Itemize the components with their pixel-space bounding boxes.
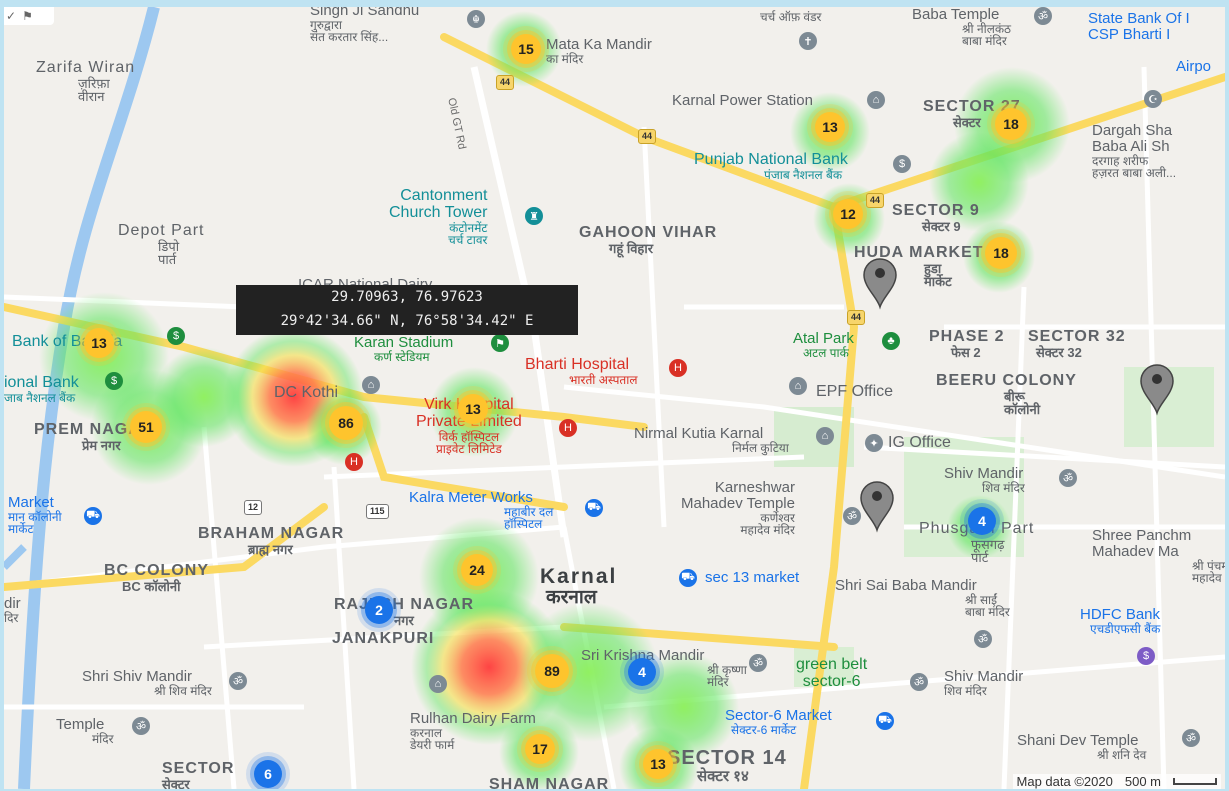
cluster-marker[interactable]: 4 — [968, 507, 996, 535]
landmark-icon[interactable]: ⌂ — [816, 427, 834, 445]
cluster-marker[interactable]: 15 — [511, 34, 541, 64]
map-canvas[interactable]: ☬ ✝ ॐ ☪ ⌂ $ ♜ $ ⚑ ♣ H $ ⌂ ⌂ H H ⌂ ✦ ॐ ⛟ … — [4, 7, 1225, 789]
police-icon[interactable]: ✦ — [865, 434, 883, 452]
flag-icon[interactable]: ⚑ — [22, 9, 33, 23]
highway-shield: 44 — [638, 129, 657, 144]
stadium-icon[interactable]: ⚑ — [491, 334, 509, 352]
cluster-marker[interactable]: 86 — [329, 406, 363, 440]
bank-icon[interactable]: $ — [1137, 647, 1155, 665]
map-attribution: Map data ©2020 500 m — [1012, 774, 1221, 789]
landmark-icon[interactable]: ⌂ — [789, 377, 807, 395]
cluster-marker[interactable]: 18 — [995, 108, 1027, 140]
shopping-cart-icon[interactable]: ⛟ — [679, 569, 697, 587]
cluster-marker[interactable]: 18 — [985, 237, 1017, 269]
temple-om-icon[interactable]: ॐ — [974, 630, 992, 648]
cluster-marker[interactable]: 13 — [84, 328, 114, 358]
hospital-icon[interactable]: H — [559, 419, 577, 437]
bank-icon[interactable]: $ — [105, 372, 123, 390]
screenshot-frame: ☬ ✝ ॐ ☪ ⌂ $ ♜ $ ⚑ ♣ H $ ⌂ ⌂ H H ⌂ ✦ ॐ ⛟ … — [0, 0, 1229, 791]
bank-icon[interactable]: $ — [167, 327, 185, 345]
temple-om-icon[interactable]: ॐ — [229, 672, 247, 690]
temple-om-icon[interactable]: ॐ — [1034, 7, 1052, 25]
cluster-marker[interactable]: 17 — [525, 734, 555, 764]
landmark-icon[interactable]: ⌂ — [867, 91, 885, 109]
scale-bar — [1173, 778, 1217, 785]
church-icon[interactable]: ✝ — [799, 32, 817, 50]
highway-shield: 44 — [496, 75, 515, 90]
temple-om-icon[interactable]: ॐ — [749, 654, 767, 672]
cluster-marker[interactable]: 89 — [535, 654, 569, 688]
highway-shield: 44 — [847, 310, 866, 325]
scale-label: 500 m — [1124, 774, 1161, 789]
map-pin-icon[interactable] — [860, 481, 894, 533]
gurdwara-icon[interactable]: ☬ — [467, 10, 485, 28]
temple-om-icon[interactable]: ॐ — [132, 717, 150, 735]
tower-icon[interactable]: ♜ — [525, 207, 543, 225]
check-icon[interactable]: ✓ — [6, 9, 16, 23]
map-corner-tools: ✓ ⚑ — [4, 7, 54, 25]
map-pin-icon[interactable] — [863, 258, 897, 310]
map-data-credit: Map data ©2020 — [1016, 774, 1113, 789]
landmark-icon[interactable]: ⌂ — [362, 376, 380, 394]
coordinate-decimal: 29.70963, 76.97623 — [331, 289, 483, 305]
cluster-marker[interactable]: 13 — [458, 394, 488, 424]
cluster-marker[interactable]: 2 — [365, 596, 393, 624]
cluster-marker[interactable]: 24 — [461, 554, 493, 586]
highway-shield: 115 — [366, 504, 389, 519]
temple-om-icon[interactable]: ॐ — [910, 673, 928, 691]
highway-shield: 44 — [866, 193, 885, 208]
temple-om-icon[interactable]: ॐ — [843, 507, 861, 525]
park-icon[interactable]: ♣ — [882, 332, 900, 350]
basemap-layer — [4, 7, 1225, 789]
coordinate-dms: 29°42'34.66" N, 76°58'34.42" E — [280, 313, 534, 329]
shopping-cart-icon[interactable]: ⛟ — [585, 499, 603, 517]
shopping-cart-icon[interactable]: ⛟ — [84, 507, 102, 525]
temple-om-icon[interactable]: ॐ — [1182, 729, 1200, 747]
landmark-icon[interactable]: ⌂ — [429, 675, 447, 693]
cluster-marker[interactable]: 13 — [643, 749, 673, 779]
mosque-icon[interactable]: ☪ — [1144, 90, 1162, 108]
cluster-marker[interactable]: 51 — [130, 411, 162, 443]
temple-om-icon[interactable]: ॐ — [1059, 469, 1077, 487]
cluster-marker[interactable]: 13 — [815, 112, 845, 142]
canal — [4, 544, 27, 570]
coordinate-tooltip: 29.70963, 76.97623 29°42'34.66" N, 76°58… — [236, 285, 578, 335]
cluster-marker[interactable]: 12 — [833, 199, 863, 229]
hospital-icon[interactable]: H — [669, 359, 687, 377]
cluster-marker[interactable]: 6 — [254, 760, 282, 788]
shopping-cart-icon[interactable]: ⛟ — [876, 712, 894, 730]
cluster-marker[interactable]: 4 — [628, 658, 656, 686]
hospital-icon[interactable]: H — [345, 453, 363, 471]
bank-icon[interactable]: $ — [893, 155, 911, 173]
highway-shield: 12 — [244, 500, 263, 515]
